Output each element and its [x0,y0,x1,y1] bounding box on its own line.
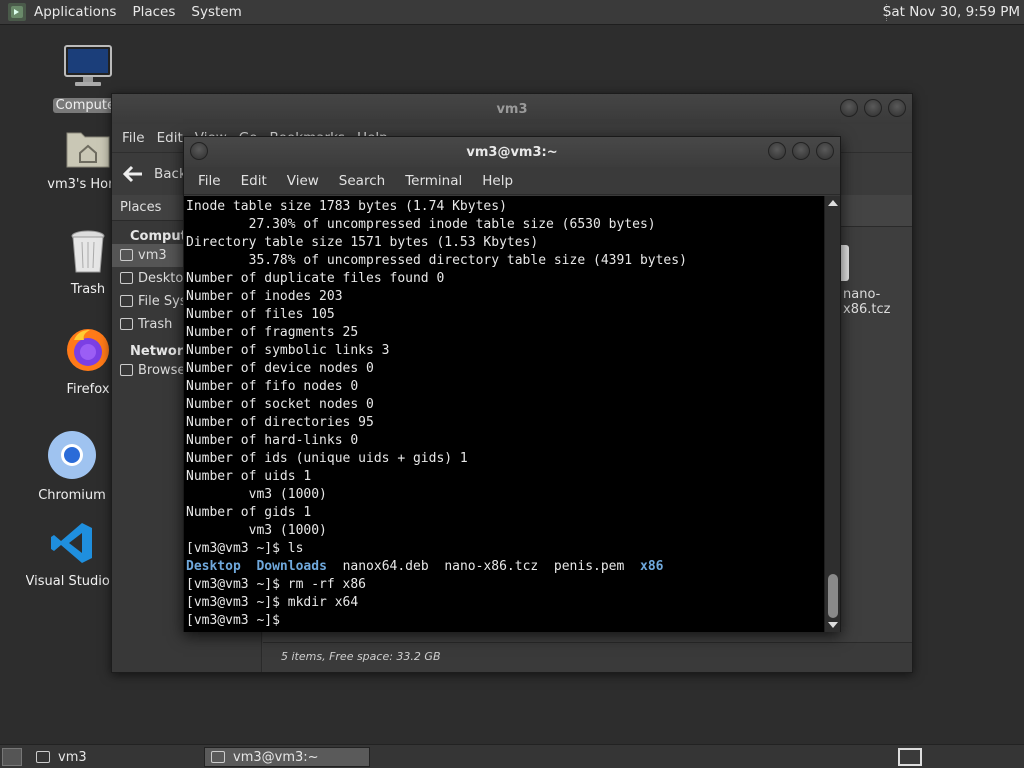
terminal-output[interactable]: Inode table size 1783 bytes (1.74 Kbytes… [184,196,826,632]
desktop-icon-chromium[interactable]: Chromium [22,430,122,503]
scroll-down-icon[interactable] [828,622,838,628]
ls-directory-entry: Downloads [256,559,327,574]
taskbar-item-terminal[interactable]: vm3@vm3:~ [204,747,370,767]
terminal-line: Inode table size 1783 bytes (1.74 Kbytes… [186,199,507,214]
terminal-line: Number of gids 1 [186,505,312,520]
terminal-line: Number of files 105 [186,307,335,322]
back-arrow-icon[interactable] [122,164,144,184]
back-button[interactable]: Back [154,166,187,182]
menu-terminal[interactable]: Terminal [395,173,472,189]
scrollbar-thumb[interactable] [828,574,838,618]
chromium-icon [48,431,96,479]
ls-directory-entry: Desktop [186,559,241,574]
places-menu[interactable]: Places [124,0,183,25]
terminal-line: Number of hard-links 0 [186,433,359,448]
taskbar-item-file-manager[interactable]: vm3 [30,747,202,767]
terminal-menubar: File Edit View Search Terminal Help [184,167,840,195]
window-menu-button[interactable] [190,142,208,160]
system-menu[interactable]: System [183,0,249,25]
taskbar-item-label: vm3 [58,749,87,765]
scroll-up-icon[interactable] [828,200,838,206]
terminal-line: vm3 (1000) [186,487,327,502]
menu-file[interactable]: File [188,173,231,189]
desktop-icon-label: Chromium [38,488,106,503]
minimize-button[interactable] [768,142,786,160]
close-button[interactable] [888,99,906,117]
menu-edit[interactable]: Edit [231,173,277,189]
menu-help[interactable]: Help [472,173,523,189]
terminal-line: Number of fragments 25 [186,325,359,340]
top-panel: Applications Places System Sat Nov 30, 9… [0,0,1024,25]
menu-file[interactable]: File [116,130,151,146]
terminal-line: Directory table size 1571 bytes (1.53 Kb… [186,235,539,250]
terminal-line: Number of inodes 203 [186,289,343,304]
menu-search[interactable]: Search [329,173,395,189]
status-bar: 5 items, Free space: 33.2 GB [263,642,912,672]
ls-file-entry: penis.pem [553,559,625,574]
terminal-line: Number of symbolic links 3 [186,343,390,358]
trash-icon [120,318,133,330]
sidebar-item-label: Trash [138,317,173,332]
taskbar-item-label: vm3@vm3:~ [233,749,319,765]
terminal-line: 27.30% of uncompressed inode table size … [186,217,656,232]
terminal-line: [vm3@vm3 ~]$ rm -rf x86 [186,577,367,592]
terminal-line: Number of ids (unique uids + gids) 1 [186,451,468,466]
ls-file-entry: nano-x86.tcz [444,559,539,574]
ls-file-entry: nanox64.deb [342,559,429,574]
status-text: 5 items, Free space: 33.2 GB [281,650,441,663]
terminal-line: [vm3@vm3 ~]$ ls [186,541,304,556]
terminal-line: Number of fifo nodes 0 [186,379,359,394]
maximize-button[interactable] [864,99,882,117]
sidebar-item-label: vm3 [138,248,167,263]
close-button[interactable] [816,142,834,160]
terminal-scrollbar[interactable] [824,196,840,632]
terminal-titlebar[interactable]: vm3@vm3:~ [184,137,840,167]
bottom-panel: vm3 vm3@vm3:~ [0,744,1024,768]
terminal-line: Number of socket nodes 0 [186,397,374,412]
desktop-icon-vscode[interactable]: Visual Studio Code [22,520,122,589]
network-icon [120,364,133,376]
menu-view[interactable]: View [277,173,329,189]
home-folder-icon [66,132,110,168]
terminal-line: vm3 (1000) [186,523,327,538]
computer-icon [64,45,112,86]
vscode-icon [51,523,92,563]
ls-directory-entry: x86 [640,559,664,574]
clock[interactable]: Sat Nov 30, 9:59 PM [883,0,1020,25]
file-manager-titlebar[interactable]: vm3 [112,94,912,124]
terminal-icon [211,751,225,763]
distro-logo-icon[interactable] [8,3,26,21]
terminal-line: 35.78% of uncompressed directory table s… [186,253,687,268]
applications-menu[interactable]: Applications [26,0,124,25]
file-item-label[interactable]: nano-x86.tcz [843,287,912,317]
minimize-button[interactable] [840,99,858,117]
ls-output-line: Desktop Downloads nanox64.deb nano-x86.t… [186,558,826,576]
terminal-line: Number of device nodes 0 [186,361,374,376]
folder-icon [36,751,50,763]
desktop-icon [120,272,133,284]
firefox-icon [67,329,109,371]
workspace-switcher[interactable] [898,748,922,766]
home-icon [120,249,133,261]
terminal-line: [vm3@vm3 ~]$ [186,613,288,628]
terminal-line: Number of duplicate files found 0 [186,271,445,286]
maximize-button[interactable] [792,142,810,160]
terminal-line: Number of directories 95 [186,415,374,430]
terminal-line: Number of uids 1 [186,469,312,484]
terminal-line: [vm3@vm3 ~]$ mkdir x64 [186,595,359,610]
trash-icon [71,230,105,273]
window-title: vm3@vm3:~ [466,144,558,160]
terminal-window[interactable]: vm3@vm3:~ File Edit View Search Terminal… [183,136,841,632]
drive-icon [120,295,133,307]
show-desktop-button[interactable] [2,748,22,766]
window-title: vm3 [496,101,528,117]
desktop-icon-label: Visual Studio Code [25,574,119,589]
